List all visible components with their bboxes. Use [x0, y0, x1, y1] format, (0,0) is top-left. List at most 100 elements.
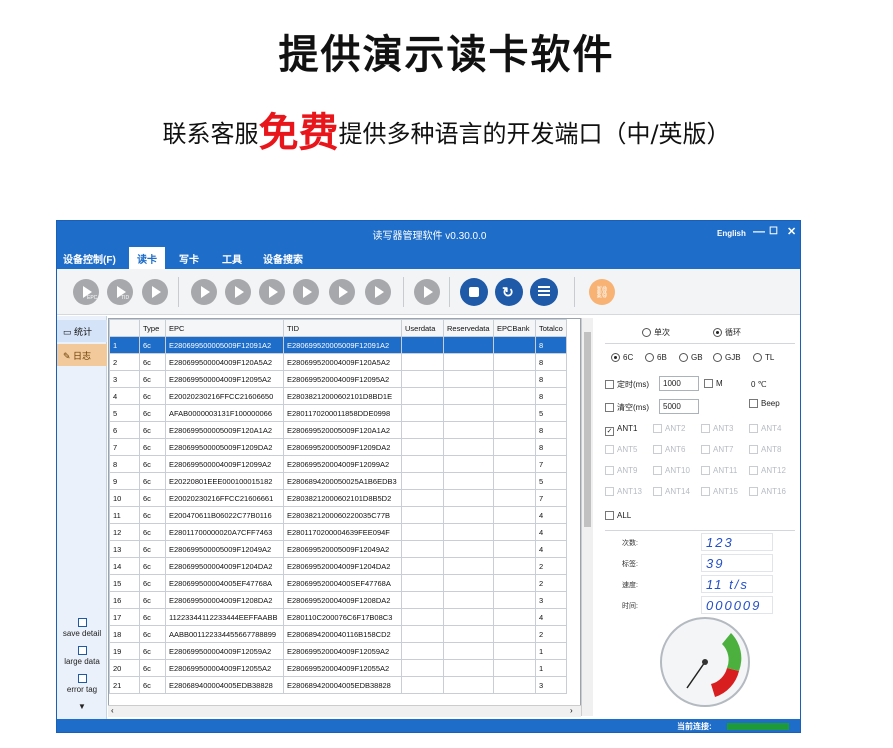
- table-row[interactable]: 16 6c E280699500004009F1208DA2 E28069952000…: [109, 591, 567, 609]
- table-cell[interactable]: [493, 438, 536, 456]
- table-row[interactable]: 13 6c E280699500005009F12049A2 E28069952000…: [109, 540, 567, 558]
- all-antennas-checkbox[interactable]: ALL: [605, 511, 631, 520]
- table-cell[interactable]: 6c: [139, 438, 166, 456]
- table-cell[interactable]: 8: [535, 336, 567, 354]
- table-cell[interactable]: 6c: [139, 591, 166, 609]
- table-cell[interactable]: [401, 387, 444, 405]
- table-cell[interactable]: E28038212000602101D8BD1E: [283, 387, 402, 405]
- table-cell[interactable]: 6c: [139, 608, 166, 626]
- table-cell[interactable]: 6c: [139, 659, 166, 677]
- table-cell[interactable]: [401, 523, 444, 541]
- protocol-6c-radio[interactable]: 6C: [611, 353, 633, 362]
- table-cell[interactable]: E280699500005009F120A1A2: [165, 421, 284, 439]
- table-row[interactable]: 15 6c E280699500004005EF47768A E28069952000…: [109, 574, 567, 592]
- antenna-checkbox[interactable]: ANT14: [653, 487, 690, 496]
- table-cell[interactable]: E280699500004009F12095A2: [165, 370, 284, 388]
- scroll-thumb[interactable]: [584, 332, 591, 527]
- table-cell[interactable]: 6c: [139, 336, 166, 354]
- table-cell[interactable]: 6c: [139, 472, 166, 490]
- table-cell[interactable]: [443, 642, 494, 660]
- table-cell[interactable]: [493, 421, 536, 439]
- table-cell[interactable]: E28069952000400SEF47768A: [283, 574, 402, 592]
- table-cell[interactable]: 6c: [139, 387, 166, 405]
- table-cell[interactable]: [443, 353, 494, 371]
- table-cell[interactable]: 1: [109, 336, 140, 354]
- col-header[interactable]: Reservedata: [443, 319, 494, 337]
- table-row[interactable]: 6 6c E280699500005009F120A1A2 E280699520005…: [109, 421, 567, 439]
- table-cell[interactable]: 16: [109, 591, 140, 609]
- stop-button[interactable]: [460, 278, 488, 306]
- table-cell[interactable]: E280699500004009F120A5A2: [165, 353, 284, 371]
- table-cell[interactable]: [443, 387, 494, 405]
- table-cell[interactable]: [493, 370, 536, 388]
- table-cell[interactable]: E280699520004009F12055A2: [283, 659, 402, 677]
- protocol-gb-radio[interactable]: GB: [679, 353, 703, 362]
- table-cell[interactable]: 4: [535, 540, 567, 558]
- table-cell[interactable]: [401, 336, 444, 354]
- table-cell[interactable]: 6c: [139, 404, 166, 422]
- table-cell[interactable]: E2806894200040116B158CD2: [283, 625, 402, 643]
- table-cell[interactable]: E280699500005009F12091A2: [165, 336, 284, 354]
- antenna-checkbox[interactable]: ANT5: [605, 445, 637, 454]
- table-cell[interactable]: 6c: [139, 540, 166, 558]
- table-row[interactable]: 10 6c E20020230216FFCC21606661 E28038212000…: [109, 489, 567, 507]
- table-cell[interactable]: 2: [535, 574, 567, 592]
- table-cell[interactable]: [443, 336, 494, 354]
- timed-checkbox[interactable]: 定时(ms): [605, 379, 649, 390]
- table-cell[interactable]: 2: [109, 353, 140, 371]
- table-cell[interactable]: 6c: [139, 676, 166, 694]
- table-row[interactable]: 7 6c E280699500005009F1209DA2 E280699520005…: [109, 438, 567, 456]
- table-cell[interactable]: [493, 574, 536, 592]
- table-cell[interactable]: [443, 523, 494, 541]
- table-cell[interactable]: 8: [535, 438, 567, 456]
- mode-single-radio[interactable]: 单次: [642, 327, 670, 338]
- table-cell[interactable]: 6c: [139, 370, 166, 388]
- table-cell[interactable]: E280699520005009F12091A2: [283, 336, 402, 354]
- table-row[interactable]: 12 6c E28011700000020A7CFF7463 E28011702000…: [109, 523, 567, 541]
- table-cell[interactable]: 3: [109, 370, 140, 388]
- clear-checkbox[interactable]: 清空(ms): [605, 402, 649, 413]
- table-cell[interactable]: 4: [109, 387, 140, 405]
- table-cell[interactable]: [443, 455, 494, 473]
- tab-tools[interactable]: 工具: [222, 251, 242, 266]
- sidebar-item-log[interactable]: ✎ 日志: [57, 344, 107, 366]
- table-cell[interactable]: [443, 591, 494, 609]
- table-cell[interactable]: [401, 608, 444, 626]
- read-epc-button[interactable]: EPC: [73, 279, 99, 305]
- col-header[interactable]: [109, 319, 140, 337]
- table-cell[interactable]: E280699500005009F1209DA2: [165, 438, 284, 456]
- table-cell[interactable]: [493, 591, 536, 609]
- menu-device-control[interactable]: 设备控制(F): [63, 251, 116, 266]
- table-cell[interactable]: 8: [535, 421, 567, 439]
- antenna-checkbox[interactable]: ANT6: [653, 445, 685, 454]
- table-cell[interactable]: E280689420004005EDB38828: [283, 676, 402, 694]
- antenna-checkbox[interactable]: ✓ ANT1: [605, 424, 637, 436]
- mode-loop-radio[interactable]: 循环: [713, 327, 741, 338]
- table-cell[interactable]: [493, 625, 536, 643]
- table-cell[interactable]: 6c: [139, 506, 166, 524]
- table-cell[interactable]: 2: [535, 557, 567, 575]
- table-cell[interactable]: 6c: [139, 353, 166, 371]
- table-cell[interactable]: AABB001122334455667788899: [165, 625, 284, 643]
- tab-write[interactable]: 写卡: [179, 251, 199, 266]
- antenna-checkbox[interactable]: ANT2: [653, 424, 685, 433]
- table-cell[interactable]: 4: [535, 523, 567, 541]
- play-icon[interactable]: [293, 279, 319, 305]
- table-cell[interactable]: E280699500004009F12099A2: [165, 455, 284, 473]
- maximize-button[interactable]: ☐: [769, 226, 778, 237]
- table-row[interactable]: 21 6c E280689400004005EDB38828 E28068942000…: [109, 676, 567, 694]
- clear-input[interactable]: 5000: [659, 399, 699, 414]
- table-cell[interactable]: [401, 353, 444, 371]
- table-cell[interactable]: [443, 472, 494, 490]
- table-cell[interactable]: 14: [109, 557, 140, 575]
- antenna-checkbox[interactable]: ANT3: [701, 424, 733, 433]
- table-row[interactable]: 1 6c E280699500005009F12091A2 E280699520005…: [109, 336, 567, 354]
- table-cell[interactable]: 19: [109, 642, 140, 660]
- table-row[interactable]: 2 6c E280699500004009F120A5A2 E280699520004…: [109, 353, 567, 371]
- table-cell[interactable]: E280699520004009F12059A2: [283, 642, 402, 660]
- play-icon[interactable]: [142, 279, 168, 305]
- table-cell[interactable]: 6: [109, 421, 140, 439]
- table-cell[interactable]: E280699520005009F12049A2: [283, 540, 402, 558]
- table-cell[interactable]: [443, 421, 494, 439]
- antenna-checkbox[interactable]: ANT12: [749, 466, 786, 475]
